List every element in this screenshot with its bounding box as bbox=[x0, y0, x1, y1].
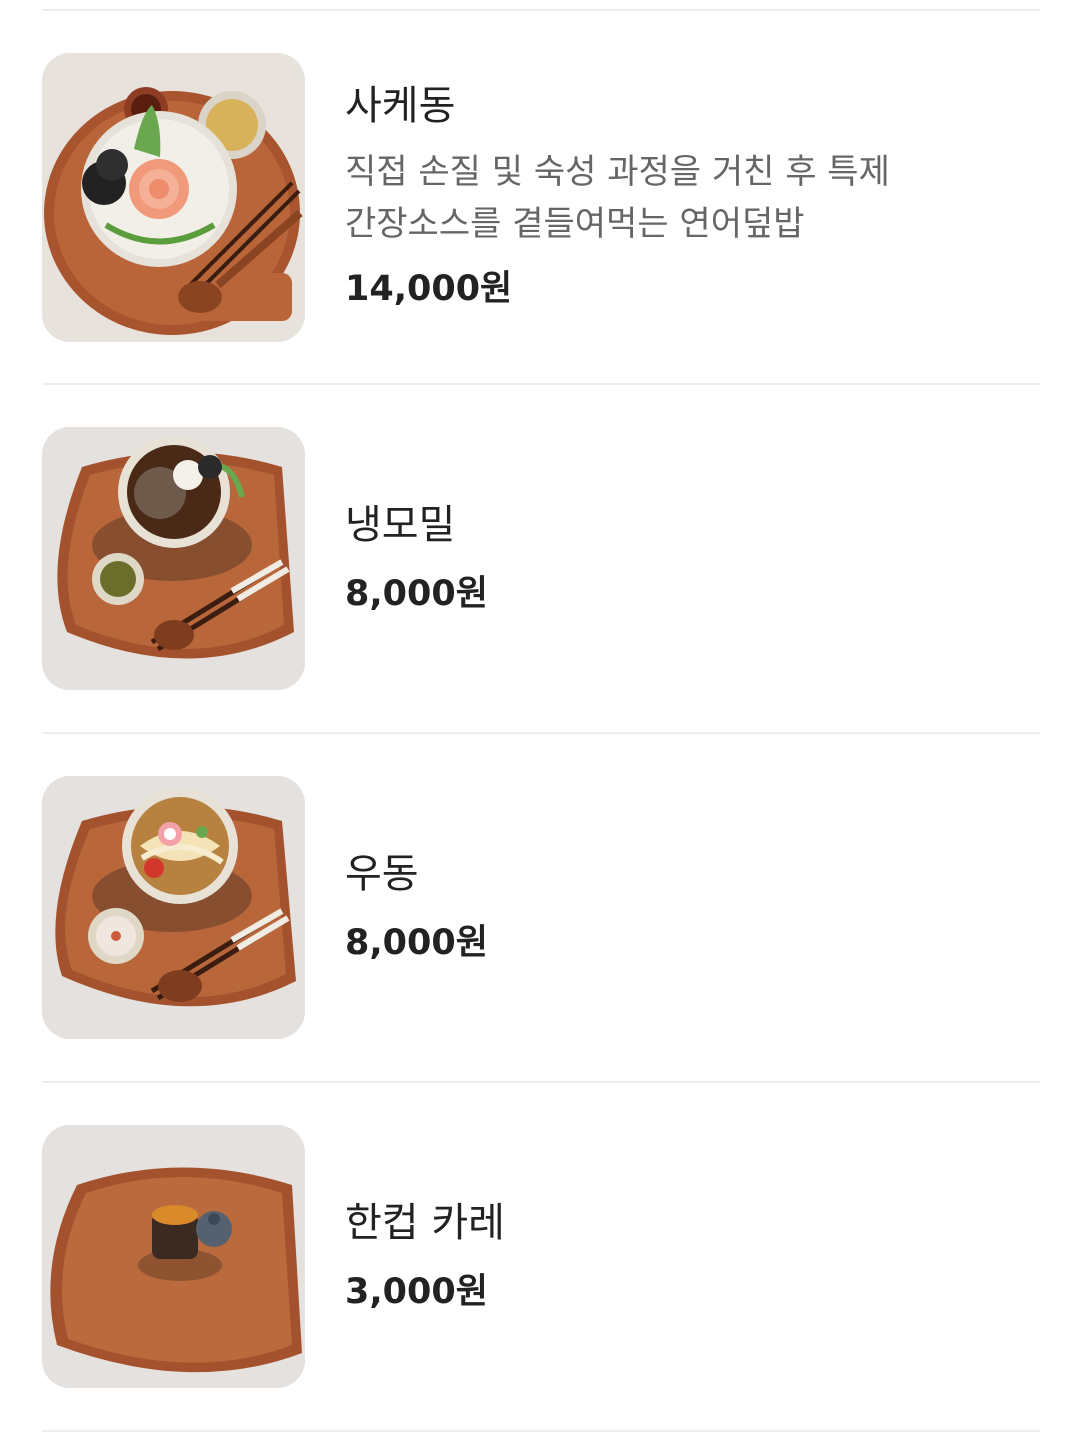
menu-info: 한컵 카레 3,000원 bbox=[345, 1197, 1040, 1317]
menu-info: 우동 8,000원 bbox=[345, 848, 1040, 968]
menu-price: 8,000원 bbox=[345, 922, 488, 963]
salmon-rice-bowl-photo[interactable] bbox=[42, 52, 305, 342]
menu-price: 14,000원 bbox=[345, 269, 513, 309]
menu-name: 우동 bbox=[345, 850, 419, 897]
menu-name: 사케동 bbox=[345, 83, 456, 129]
udon-photo[interactable] bbox=[42, 776, 305, 1039]
curry-cup-photo[interactable] bbox=[42, 1125, 305, 1388]
menu-item-udon[interactable]: 우동 8,000원 bbox=[42, 734, 1040, 1083]
menu-price: 3,000원 bbox=[345, 1271, 488, 1312]
menu-price: 8,000원 bbox=[345, 573, 488, 614]
cold-soba-photo[interactable] bbox=[42, 427, 305, 690]
menu-item-naengmomil[interactable]: 냉모밀 8,000원 bbox=[42, 385, 1040, 734]
menu-item-sakedong[interactable]: 사케동 직접 손질 및 숙성 과정을 거친 후 특제 간장소스를 곁들여먹는 연… bbox=[42, 11, 1040, 385]
menu-list: 사케동 직접 손질 및 숙성 과정을 거친 후 특제 간장소스를 곁들여먹는 연… bbox=[0, 11, 1080, 1432]
menu-description: 직접 손질 및 숙성 과정을 거친 후 특제 간장소스를 곁들여먹는 연어덮밥 bbox=[345, 152, 890, 244]
menu-name: 냉모밀 bbox=[345, 501, 456, 548]
menu-item-curry-cup[interactable]: 한컵 카레 3,000원 bbox=[42, 1083, 1040, 1432]
menu-info: 사케동 직접 손질 및 숙성 과정을 거친 후 특제 간장소스를 곁들여먹는 연… bbox=[345, 80, 1040, 314]
menu-name: 한컵 카레 bbox=[345, 1199, 505, 1246]
menu-info: 냉모밀 8,000원 bbox=[345, 499, 1040, 619]
